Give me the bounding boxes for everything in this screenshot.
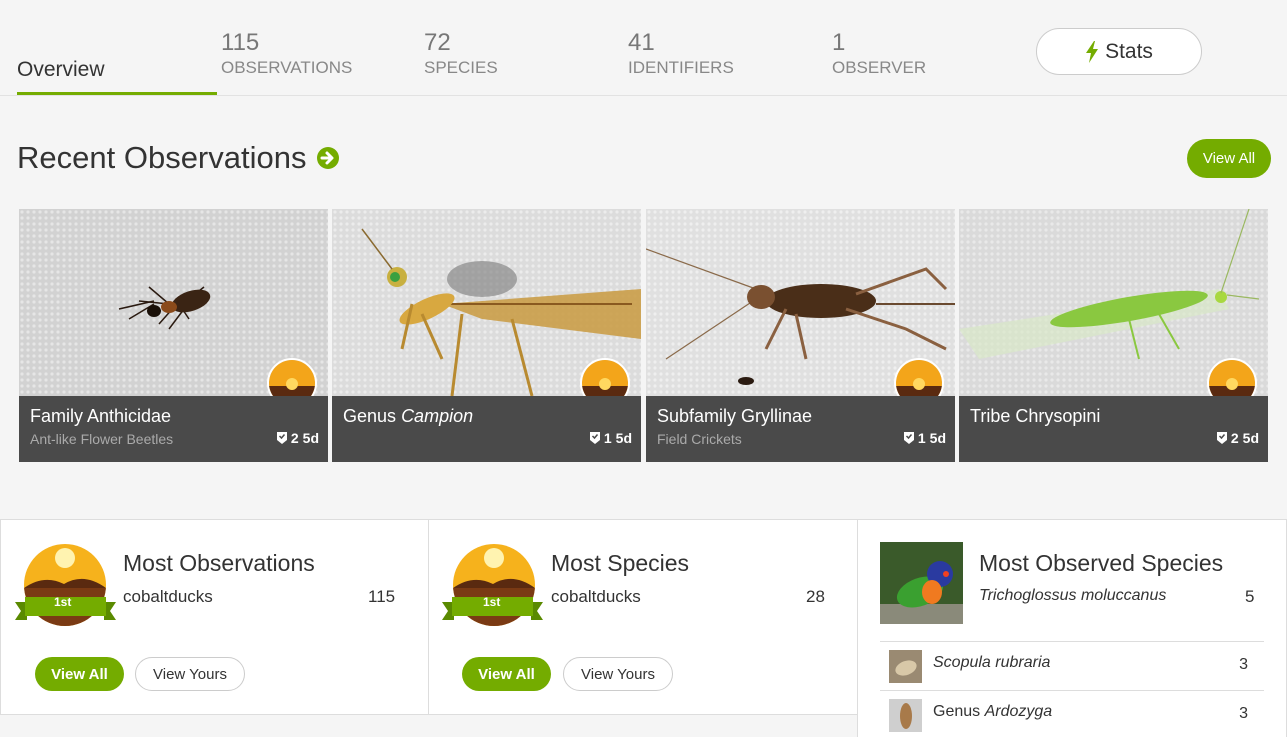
tab-species[interactable]: 72 SPECIES (424, 30, 498, 80)
observations-label: OBSERVATIONS (221, 58, 353, 77)
leader-count: 28 (806, 587, 825, 606)
identification-icon (903, 432, 914, 444)
taxon-name[interactable]: Genus Campion (343, 406, 473, 427)
identification-count: 2 (1230, 430, 1239, 446)
identifiers-label: IDENTIFIERS (628, 58, 734, 77)
most-species-panel: 1st Most Species cobaltducks 28 View All… (428, 519, 858, 715)
view-yours-button[interactable]: View Yours (563, 657, 673, 691)
top-species-count: 5 (1245, 587, 1255, 606)
taxon-name-italic: Campion (401, 406, 474, 426)
species-count: 3 (1239, 705, 1248, 722)
observation-info: Family Anthicidae Ant-like Flower Beetle… (19, 396, 328, 462)
leader-username[interactable]: cobaltducks (123, 587, 213, 607)
arrow-right-circle-icon (317, 147, 340, 169)
identification-icon (589, 432, 600, 444)
observation-meta: 1 5d (589, 430, 632, 446)
species-photo-lorikeet[interactable] (880, 542, 963, 624)
most-species-title: Most Species (551, 550, 690, 576)
project-stats-bar: Overview 115 OBSERVATIONS 72 SPECIES 41 … (0, 0, 1287, 96)
species-label: SPECIES (424, 58, 498, 77)
rank-badge: 1st (54, 595, 72, 609)
active-tab-indicator (17, 92, 217, 95)
identification-count: 1 (917, 430, 926, 446)
most-observations-panel: 1st Most Observations cobaltducks 115 Vi… (0, 519, 429, 715)
identification-count: 1 (603, 430, 612, 446)
tab-observations[interactable]: 115 OBSERVATIONS (221, 30, 352, 80)
lightning-icon (1086, 40, 1099, 63)
species-count: 3 (1239, 656, 1248, 673)
species-list-item[interactable]: Scopula rubraria 3 (880, 641, 1264, 691)
taxon-name[interactable]: Subfamily Gryllinae (657, 406, 812, 427)
top-species-name[interactable]: Trichoglossus moluccanus (979, 587, 1166, 605)
observation-meta: 1 5d (903, 430, 946, 446)
observation-info: Tribe Chrysopini 2 5d (959, 396, 1268, 462)
observers-label: OBSERVER (832, 58, 927, 77)
stats-button[interactable]: Stats (1036, 28, 1202, 75)
observers-count: 1 (832, 29, 846, 56)
tab-overview[interactable]: Overview (17, 58, 105, 82)
observation-meta: 2 5d (1216, 430, 1259, 446)
species-name: Scopula rubraria (933, 654, 1051, 671)
identifiers-count: 41 (628, 29, 655, 56)
observation-card[interactable]: Tribe Chrysopini 2 5d (959, 209, 1268, 462)
leader-username[interactable]: cobaltducks (551, 587, 641, 607)
tab-observers[interactable]: 1 OBSERVER (832, 30, 926, 80)
identification-icon (1216, 432, 1227, 444)
tab-identifiers[interactable]: 41 IDENTIFIERS (628, 30, 734, 80)
recent-view-all-button[interactable]: View All (1187, 139, 1271, 178)
species-thumb-moth (889, 650, 922, 683)
observation-meta: 2 5d (276, 430, 319, 446)
observation-card[interactable]: Genus Campion 1 5d (332, 209, 641, 462)
common-name: Ant-like Flower Beetles (30, 431, 174, 447)
rank-badge: 1st (483, 595, 501, 609)
recent-observations-heading[interactable]: Recent Observations (17, 140, 340, 176)
most-observed-species-panel: Most Observed Species Trichoglossus molu… (857, 519, 1287, 737)
most-observations-title: Most Observations (123, 550, 315, 576)
observation-age: 5d (929, 430, 946, 446)
identification-count: 2 (290, 430, 299, 446)
stats-button-label: Stats (1105, 39, 1153, 63)
observation-info: Subfamily Gryllinae Field Crickets 1 5d (646, 396, 955, 462)
most-observed-species-title: Most Observed Species (979, 550, 1224, 576)
identification-icon (276, 432, 287, 444)
observation-age: 5d (1242, 430, 1259, 446)
view-all-button[interactable]: View All (35, 657, 124, 691)
view-all-button[interactable]: View All (462, 657, 551, 691)
species-count: 72 (424, 29, 451, 56)
observation-age: 5d (302, 430, 319, 446)
species-name: Genus Ardozyga (933, 703, 1053, 720)
taxon-name[interactable]: Family Anthicidae (30, 406, 171, 427)
species-list-item[interactable]: Genus Ardozyga 3 (880, 690, 1264, 737)
leader-count: 115 (368, 587, 396, 606)
view-yours-button[interactable]: View Yours (135, 657, 245, 691)
observations-count: 115 (221, 29, 260, 56)
observation-card[interactable]: Family Anthicidae Ant-like Flower Beetle… (19, 209, 328, 462)
taxon-name[interactable]: Tribe Chrysopini (970, 406, 1100, 427)
common-name: Field Crickets (657, 431, 742, 447)
observation-card[interactable]: Subfamily Gryllinae Field Crickets 1 5d (646, 209, 955, 462)
recent-observations-title: Recent Observations (17, 140, 307, 175)
observation-info: Genus Campion 1 5d (332, 396, 641, 462)
observation-age: 5d (615, 430, 632, 446)
species-thumb-moth (889, 699, 922, 732)
